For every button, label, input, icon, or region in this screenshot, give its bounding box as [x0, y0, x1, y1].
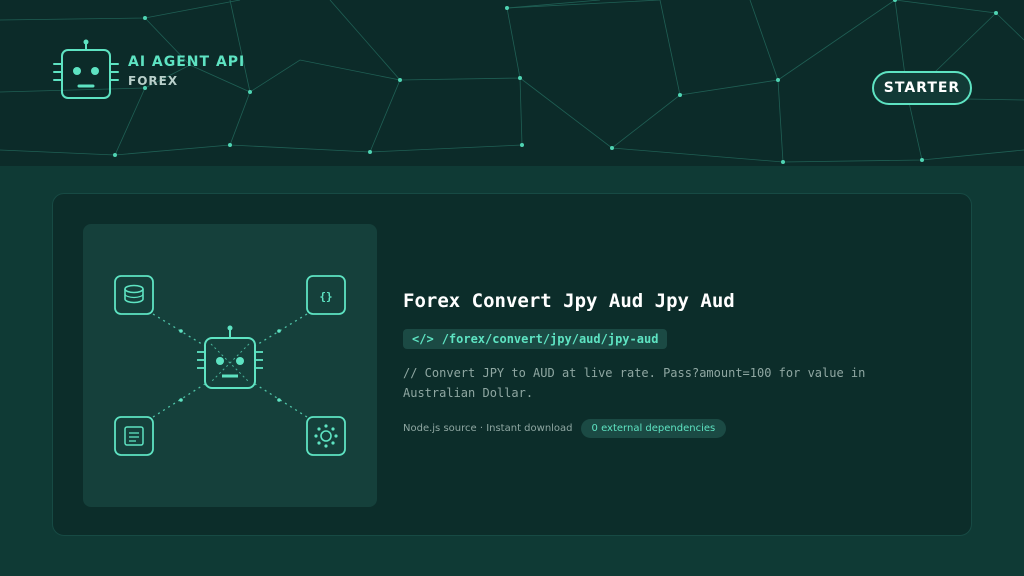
- plan-button[interactable]: STARTER: [872, 71, 972, 105]
- brand-text: AI AGENT API FOREX: [128, 54, 245, 88]
- product-meta: Node.js source · Instant download 0 exte…: [403, 419, 943, 438]
- brand: AI AGENT API FOREX: [52, 38, 245, 104]
- endpoint-path-text: /forex/convert/jpy/aud/jpy-aud: [441, 332, 659, 346]
- robot-icon: [197, 325, 263, 389]
- brand-title: AI AGENT API: [128, 54, 246, 70]
- braces-label: {}: [319, 290, 332, 303]
- code-icon: </>: [412, 332, 434, 346]
- product-title: Forex Convert Jpy Aud Jpy Aud: [403, 290, 735, 312]
- database-icon: [114, 275, 154, 315]
- network-hub-icon: [306, 416, 346, 456]
- robot-icon: [52, 38, 120, 104]
- brand-subtitle: FOREX: [128, 74, 179, 88]
- endpoint-path[interactable]: </> /forex/convert/jpy/aud/jpy-aud: [403, 329, 668, 349]
- illustration-panel: {}: [83, 224, 377, 507]
- product-card: {} Forex Convert Jpy Aud Jpy Aud </> /fo…: [52, 193, 972, 536]
- product-info: Forex Convert Jpy Aud Jpy Aud </> /forex…: [403, 290, 943, 438]
- document-icon: [114, 416, 154, 456]
- product-description: // Convert JPY to AUD at live rate. Pass…: [403, 366, 866, 400]
- agent-network-illustration: {}: [114, 275, 346, 456]
- dependency-badge: 0 external dependencies: [580, 419, 727, 438]
- code-braces-icon: {}: [306, 275, 346, 315]
- header: AI AGENT API FOREX STARTER: [0, 0, 1024, 166]
- meta-text: Node.js source · Instant download: [403, 423, 573, 434]
